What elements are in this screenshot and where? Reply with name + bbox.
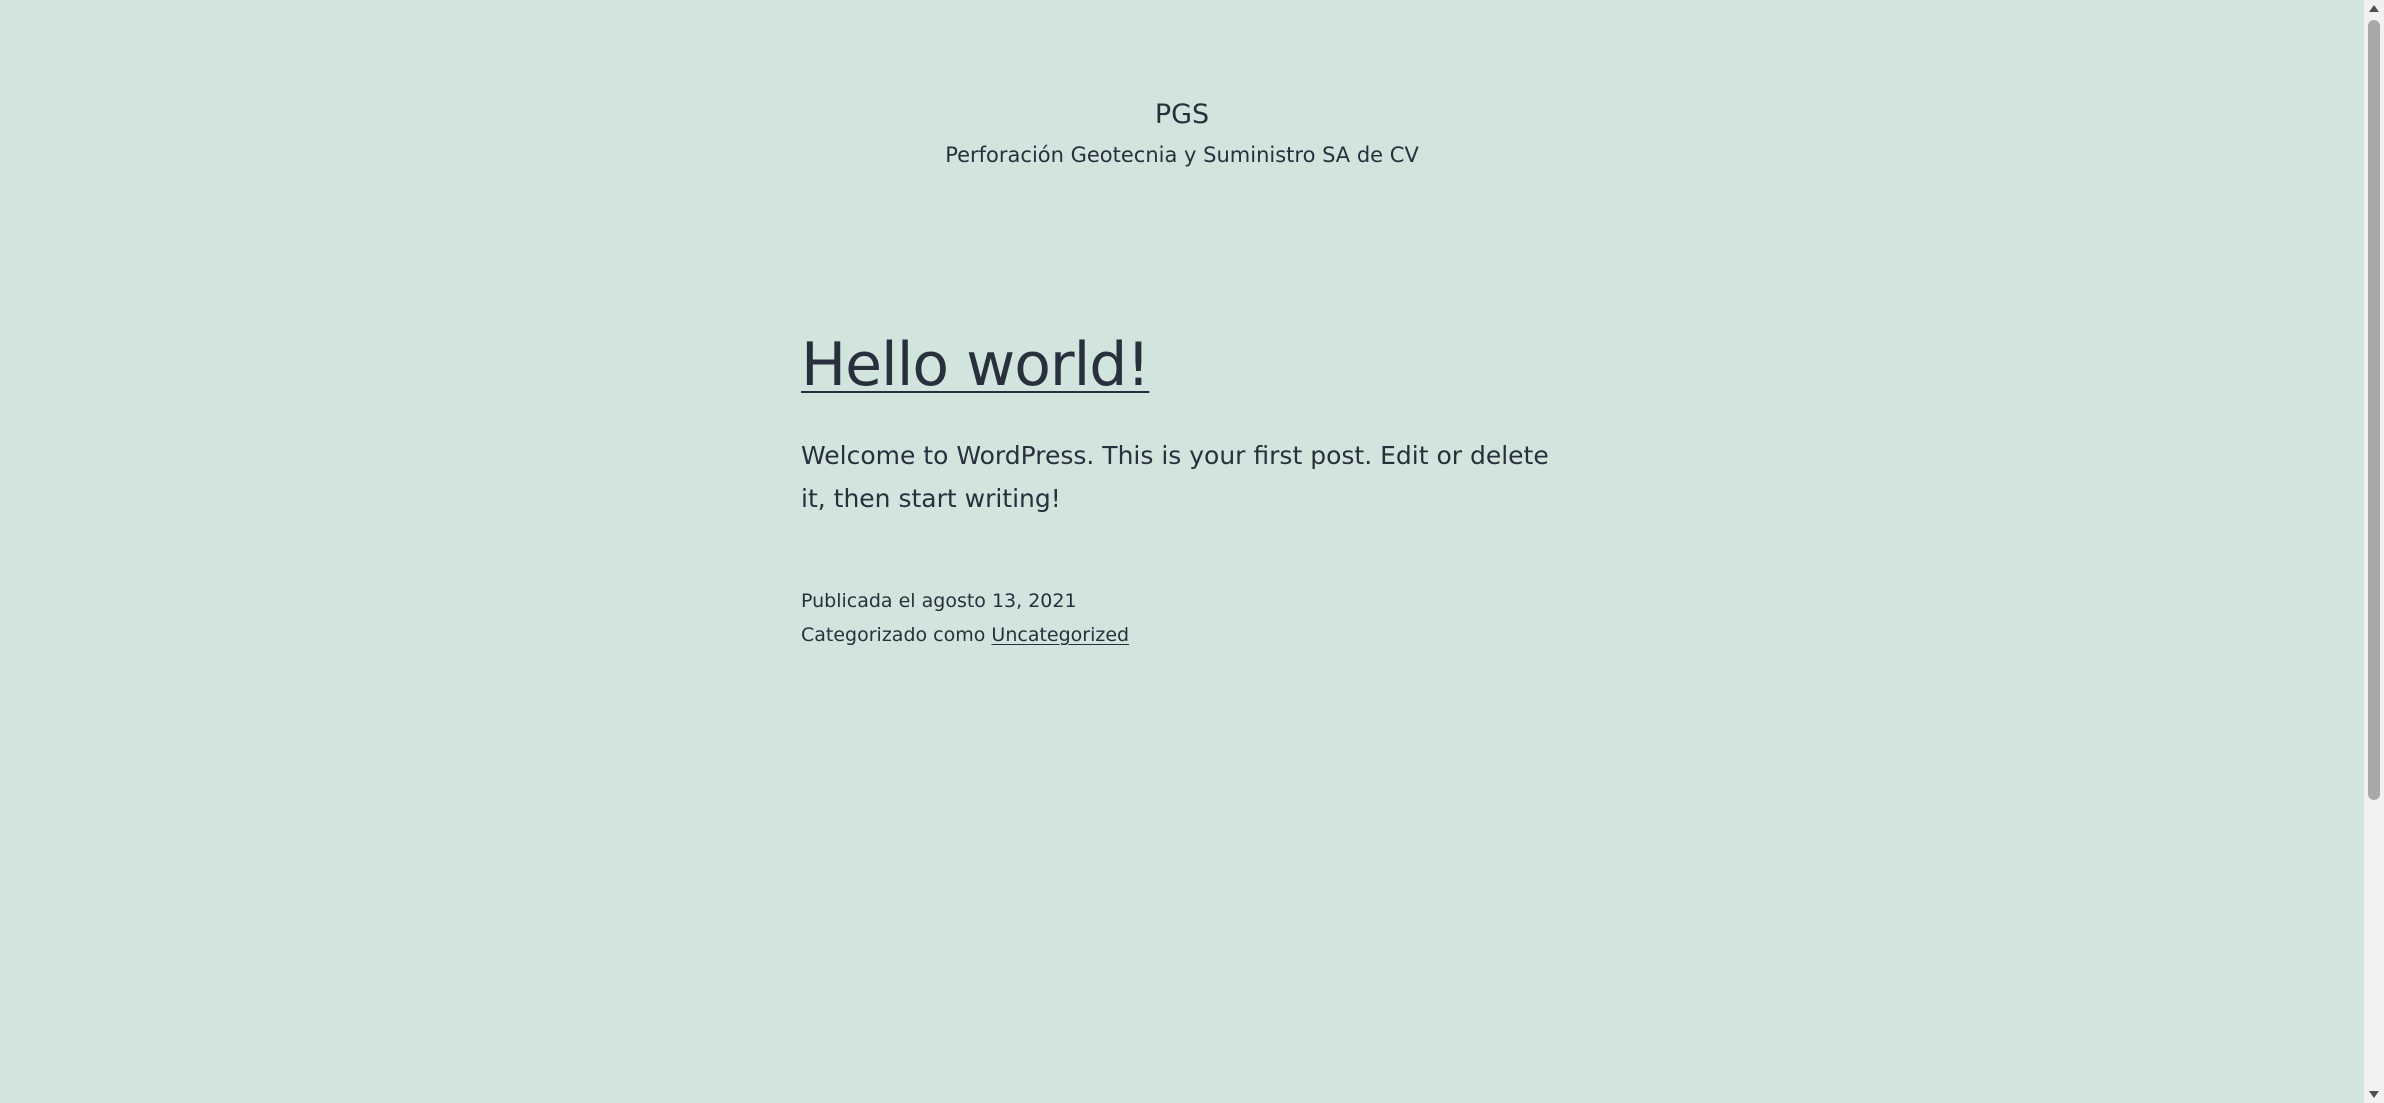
triangle-down-icon[interactable] <box>2364 1086 2384 1103</box>
post: Hello world! Welcome to WordPress. This … <box>801 320 1561 652</box>
scrollbar-thumb[interactable] <box>2368 20 2380 800</box>
category-prefix: Categorizado como <box>801 624 992 646</box>
posted-on: Publicada el agosto 13, 2021 <box>801 584 1561 618</box>
post-footer: Publicada el agosto 13, 2021 Categorizad… <box>801 584 1561 652</box>
vertical-scrollbar[interactable] <box>2364 0 2384 1103</box>
post-title: Hello world! <box>801 320 1561 410</box>
site-title[interactable]: PGS <box>0 92 2364 138</box>
post-title-link[interactable]: Hello world! <box>801 330 1150 400</box>
category-line: Categorizado como Uncategorized <box>801 618 1561 652</box>
page: PGS Perforación Geotecnia y Suministro S… <box>0 0 2364 1103</box>
triangle-up-icon[interactable] <box>2364 0 2384 17</box>
site-description: Perforación Geotecnia y Suministro SA de… <box>945 143 1419 167</box>
posted-on-date: agosto 13, 2021 <box>921 590 1077 612</box>
site-header: PGS Perforación Geotecnia y Suministro S… <box>0 92 2364 172</box>
posted-on-prefix: Publicada el <box>801 590 922 612</box>
category-link[interactable]: Uncategorized <box>991 624 1129 646</box>
post-content: Welcome to WordPress. This is your first… <box>801 441 1549 513</box>
